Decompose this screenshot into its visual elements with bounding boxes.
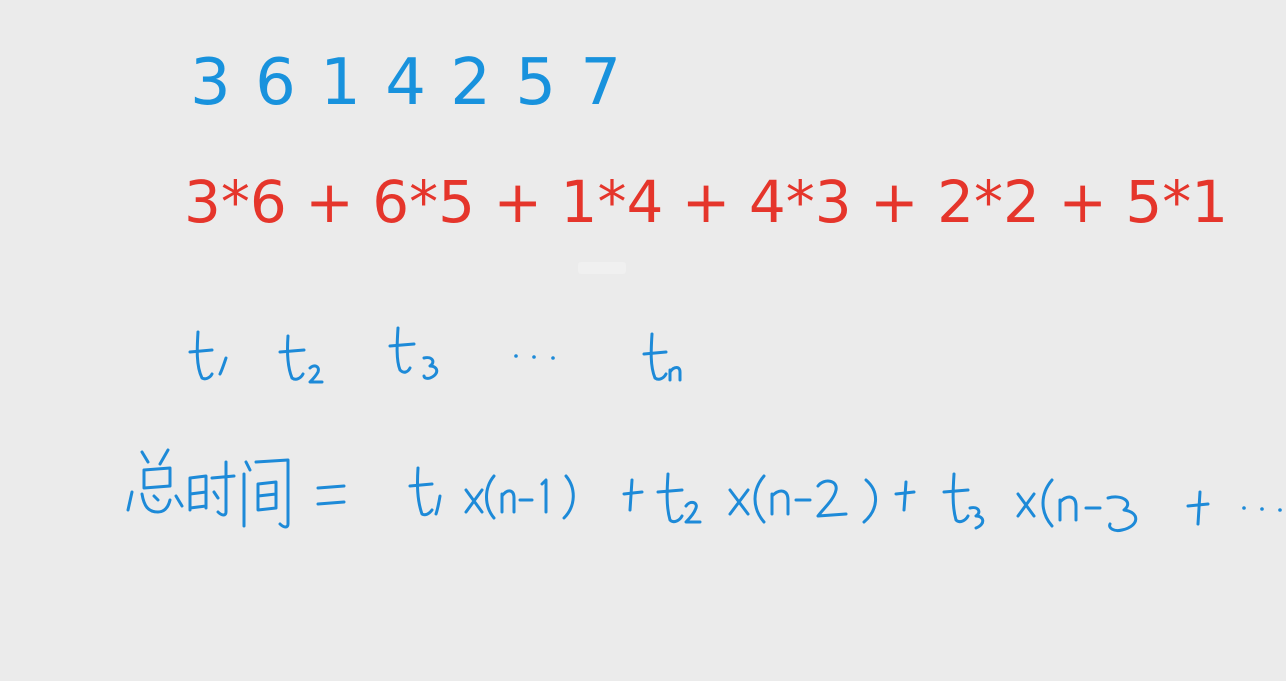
handwritten-t1 [188, 330, 228, 381]
handwritten-plus-2 [894, 480, 916, 512]
handwritten-t2 [278, 334, 324, 384]
handwritten-t3 [388, 326, 439, 380]
handwritten-plus-3 [1186, 490, 1210, 526]
handwritten-term-2 [656, 472, 877, 524]
handwritten-time-labels [188, 326, 682, 384]
handwritten-total-time-formula [126, 448, 1282, 532]
handwritten-equals [316, 484, 346, 506]
handwritten-tn [642, 332, 682, 382]
handwritten-term-3 [942, 472, 1138, 532]
handwritten-chinese-total-time [126, 448, 290, 529]
handwritten-plus-1 [622, 478, 644, 512]
handwritten-ellipsis [514, 354, 555, 360]
handwritten-term-1 [408, 466, 575, 520]
handwritten-annotations [126, 326, 1282, 532]
handwritten-trailing-ellipsis [1242, 506, 1282, 512]
